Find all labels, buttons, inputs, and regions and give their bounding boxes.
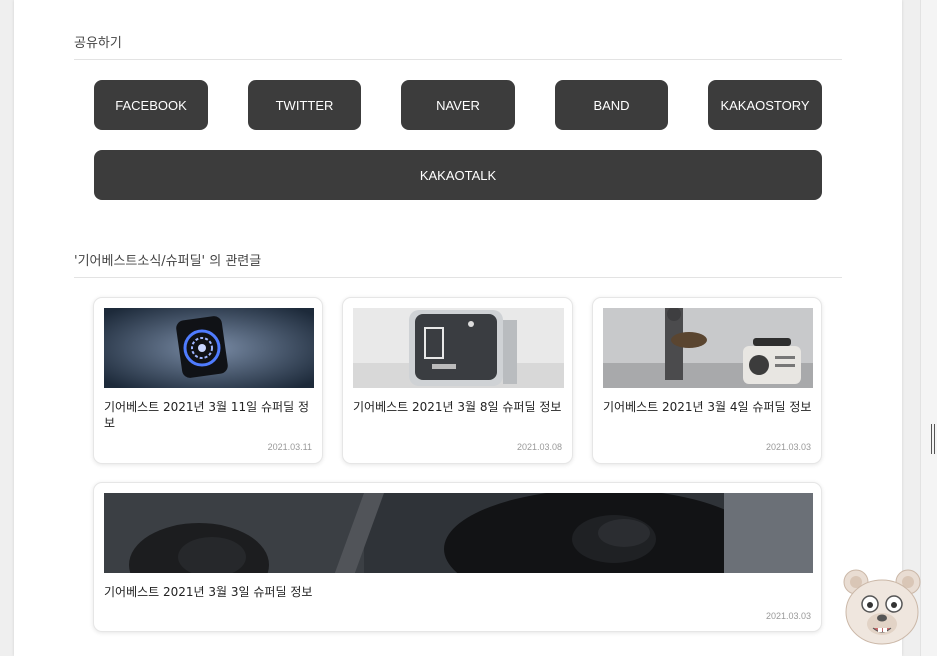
share-kakaostory-button[interactable]: KAKAOSTORY [708, 80, 822, 130]
related-post-card[interactable]: 기어베스트 2021년 3월 3일 슈퍼딜 정보 2021.03.03 [93, 482, 822, 632]
post-thumbnail [353, 308, 564, 388]
post-title: 기어베스트 2021년 3월 4일 슈퍼딜 정보 [603, 400, 812, 414]
side-rail [920, 0, 937, 656]
share-facebook-button[interactable]: FACEBOOK [94, 80, 208, 130]
related-heading: '기어베스트소식/슈퍼딜' 의 관련글 [74, 254, 262, 269]
post-title: 기어베스트 2021년 3월 8일 슈퍼딜 정보 [353, 400, 562, 414]
post-date: 2021.03.03 [765, 442, 811, 452]
post-title: 기어베스트 2021년 3월 11일 슈퍼딜 정보 [104, 400, 309, 430]
post-thumbnail [104, 493, 813, 573]
share-heading: 공유하기 [74, 36, 122, 51]
share-kakaotalk-button[interactable]: KAKAOTALK [94, 150, 822, 200]
related-post-card[interactable]: 기어베스트 2021년 3월 8일 슈퍼딜 정보 2021.03.08 [342, 297, 573, 464]
post-title: 기어베스트 2021년 3월 3일 슈퍼딜 정보 [104, 585, 313, 599]
share-band-button[interactable]: BAND [555, 80, 668, 130]
related-divider [74, 277, 842, 278]
post-thumbnail [104, 308, 314, 388]
share-naver-button[interactable]: NAVER [401, 80, 515, 130]
air-monitor-thumbnail-image [353, 308, 564, 388]
earbuds-thumbnail-image [104, 493, 813, 573]
post-date: 2021.03.08 [516, 442, 562, 452]
post-date: 2021.03.03 [765, 611, 811, 621]
bear-face-icon[interactable] [842, 568, 926, 648]
resize-handle-icon[interactable] [931, 424, 935, 454]
share-divider [74, 59, 842, 60]
related-post-card[interactable]: 기어베스트 2021년 3월 4일 슈퍼딜 정보 2021.03.03 [592, 297, 822, 464]
post-thumbnail [603, 308, 813, 388]
speaker-thumbnail-image [104, 308, 314, 388]
post-date: 2021.03.11 [267, 442, 312, 452]
page-content: 공유하기 FACEBOOK TWITTER NAVER BAND KAKAOST… [14, 0, 902, 656]
retro-speaker-thumbnail-image [603, 308, 813, 388]
share-twitter-button[interactable]: TWITTER [248, 80, 361, 130]
related-post-card[interactable]: 기어베스트 2021년 3월 11일 슈퍼딜 정보 2021.03.11 [93, 297, 323, 464]
